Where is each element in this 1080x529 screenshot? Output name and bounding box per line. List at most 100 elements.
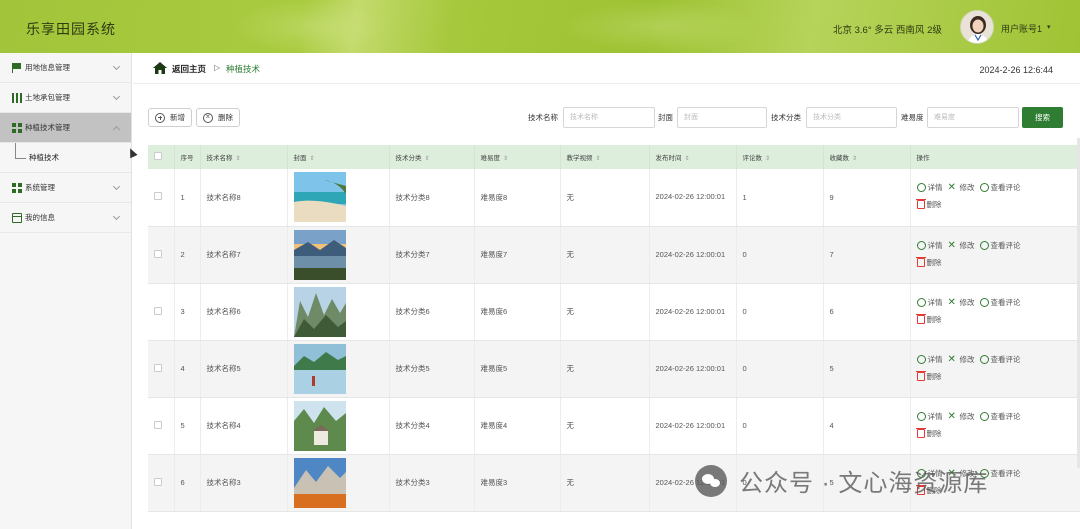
sidebar-subitem-label: 种植技术 — [29, 153, 59, 162]
add-button[interactable]: 新增 — [148, 108, 192, 127]
comment-icon — [979, 354, 989, 364]
detail-button[interactable]: 详情 — [916, 409, 943, 424]
column-header[interactable]: 难易度 ⇕ — [474, 145, 561, 169]
sort-icon[interactable]: ⇕ — [236, 156, 241, 162]
cell-cover — [287, 454, 390, 512]
delete-row-button[interactable]: 删除 — [915, 369, 942, 384]
sort-icon[interactable]: ⇕ — [596, 156, 601, 162]
view-comments-label: 查看评论 — [990, 354, 1021, 364]
column-header[interactable]: 技术名称 ⇕ — [200, 145, 288, 169]
view-comments-button[interactable]: 查看评论 — [979, 352, 1021, 367]
sort-icon[interactable]: ⇕ — [503, 156, 508, 162]
user-menu-caret-icon[interactable]: ▾ — [1047, 23, 1051, 31]
search-name-input[interactable] — [563, 107, 655, 128]
table-body: 1技术名称8技术分类8难易度8无2024-02-26 12:00:0119详情修… — [148, 169, 1080, 512]
row-checkbox[interactable] — [154, 363, 162, 372]
cell-cover — [287, 283, 390, 341]
breadcrumb-home-link[interactable]: 返回主页 — [172, 63, 206, 75]
column-header[interactable]: 技术分类 ⇕ — [389, 145, 475, 169]
trash-icon — [915, 256, 926, 267]
column-header[interactable]: 发布时间 ⇕ — [649, 145, 737, 169]
detail-button[interactable]: 详情 — [916, 352, 943, 367]
row-checkbox[interactable] — [154, 192, 162, 201]
top-header: 乐享田园系统 北京 3.6° 多云 西南风 2级 用户账号1 ▾ — [0, 0, 1080, 53]
home-icon[interactable] — [153, 62, 167, 74]
delete-row-button[interactable]: 删除 — [915, 312, 942, 327]
watermark: 公众号 · 文心海资源库 — [695, 463, 988, 498]
sort-icon[interactable]: ⇕ — [310, 156, 315, 162]
select-all-checkbox[interactable] — [154, 152, 162, 160]
cover-image — [293, 400, 346, 451]
edit-button[interactable]: 修改 — [948, 295, 975, 310]
column-header[interactable]: 封面 ⇕ — [287, 145, 390, 169]
view-comments-button[interactable]: 查看评论 — [979, 238, 1021, 253]
row-checkbox[interactable] — [154, 306, 162, 315]
table-row[interactable]: 2技术名称7 技术分类7难易度7无2024-02-26 12:00:0107 详情 修… — [148, 226, 1080, 284]
sidebar-item-system[interactable]: 系统管理 — [0, 173, 131, 203]
cell-difficulty: 难易度4 — [474, 397, 561, 455]
edit-icon — [948, 409, 958, 424]
chevron-down-icon — [112, 62, 121, 71]
detail-label: 详情 — [927, 411, 943, 421]
column-header-label: 技术分类 — [395, 155, 422, 162]
delete-button-label: 删除 — [218, 113, 233, 122]
edit-button[interactable]: 修改 — [948, 238, 975, 253]
edit-label: 修改 — [959, 240, 975, 250]
column-header-label: 教学视频 — [566, 155, 593, 162]
sort-icon[interactable]: ⇕ — [425, 156, 430, 162]
cell-video: 无 — [560, 169, 650, 227]
edit-button[interactable]: 修改 — [948, 180, 975, 195]
view-comments-button[interactable]: 查看评论 — [979, 180, 1021, 195]
detail-button[interactable]: 详情 — [916, 180, 943, 195]
table-row[interactable]: 5技术名称4 技术分类4难易度4无2024-02-26 12:00:0104 详情 修… — [148, 397, 1080, 455]
sidebar-item-land-info[interactable]: 用地信息管理 — [0, 53, 131, 83]
user-account-name[interactable]: 用户账号1 — [1001, 22, 1042, 35]
delete-row-button[interactable]: 删除 — [915, 426, 942, 441]
row-checkbox[interactable] — [154, 420, 162, 429]
search-difficulty-input[interactable] — [927, 107, 1019, 128]
view-comments-button[interactable]: 查看评论 — [979, 409, 1021, 424]
column-header[interactable]: 收藏数 ⇕ — [823, 145, 911, 169]
table-row[interactable]: 3技术名称6 技术分类6难易度6无2024-02-26 12:00:0106 详情 修… — [148, 283, 1080, 341]
detail-icon — [916, 183, 926, 193]
sidebar-item-my-info[interactable]: 我的信息 — [0, 203, 131, 233]
table-row[interactable]: 4技术名称5 技术分类5难易度5无2024-02-26 12:00:0105 详情 修… — [148, 340, 1080, 398]
sidebar-item-label: 种植技术管理 — [25, 123, 70, 132]
delete-row-button[interactable]: 删除 — [915, 255, 942, 270]
detail-button[interactable]: 详情 — [916, 295, 943, 310]
column-header[interactable]: 教学视频 ⇕ — [560, 145, 650, 169]
trash-icon — [915, 199, 926, 210]
cell-publish-time: 2024-02-26 12:00:01 — [649, 283, 737, 341]
cell-name: 技术名称4 — [200, 397, 288, 455]
app-title: 乐享田园系统 — [26, 21, 116, 37]
edit-button[interactable]: 修改 — [948, 352, 975, 367]
sort-icon[interactable]: ⇕ — [765, 156, 770, 162]
cell-actions: 详情 修改 查看评论删除 — [910, 283, 1080, 341]
view-comments-label: 查看评论 — [990, 297, 1021, 307]
sidebar-item-planting-tech[interactable]: 种植技术管理 — [0, 113, 131, 143]
sidebar-subitem-planting-tech[interactable]: 种植技术 — [0, 143, 131, 173]
table-row[interactable]: 1技术名称8技术分类8难易度8无2024-02-26 12:00:0119详情修… — [148, 169, 1080, 227]
delete-row-button[interactable]: 删除 — [915, 197, 942, 212]
user-avatar[interactable] — [960, 10, 994, 44]
delete-button[interactable]: 删除 — [196, 108, 240, 127]
sort-icon[interactable]: ⇕ — [852, 156, 857, 162]
view-comments-button[interactable]: 查看评论 — [979, 295, 1021, 310]
cell-video: 无 — [560, 340, 650, 398]
search-button[interactable]: 搜索 — [1022, 107, 1063, 128]
grid-icon — [12, 122, 22, 133]
detail-button[interactable]: 详情 — [916, 238, 943, 253]
cell-comments: 0 — [736, 340, 824, 398]
column-header[interactable]: 评论数 ⇕ — [736, 145, 824, 169]
cell-favorites: 6 — [823, 283, 911, 341]
current-datetime: 2024-2-26 12:6:44 — [979, 65, 1053, 75]
search-cover-input[interactable] — [677, 107, 767, 128]
cell-name: 技术名称5 — [200, 340, 288, 398]
row-checkbox[interactable] — [154, 249, 162, 258]
search-category-input[interactable] — [806, 107, 897, 128]
edit-button[interactable]: 修改 — [948, 409, 975, 424]
sort-icon[interactable]: ⇕ — [685, 156, 690, 162]
row-checkbox[interactable] — [154, 477, 162, 486]
cell-cover — [287, 226, 390, 284]
sidebar-item-land-contract[interactable]: 土地承包管理 — [0, 83, 131, 113]
